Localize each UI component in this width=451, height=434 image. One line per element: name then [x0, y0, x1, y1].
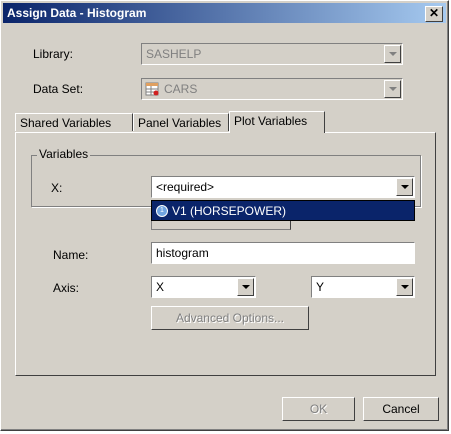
- name-input[interactable]: histogram: [151, 242, 415, 264]
- variables-group-title: Variables: [37, 147, 91, 161]
- dataset-table-icon: [145, 82, 159, 96]
- x-label: X:: [51, 181, 63, 195]
- chevron-down-icon[interactable]: [396, 178, 413, 196]
- axis-x-value: X: [156, 280, 165, 294]
- x-variable-value: <required>: [156, 180, 215, 194]
- cancel-button[interactable]: Cancel: [363, 397, 439, 421]
- x-variable-option-label: V1 (HORSEPOWER): [172, 204, 287, 218]
- dropdown-shadow: [151, 221, 291, 230]
- chevron-down-icon: [384, 45, 401, 63]
- name-input-value: histogram: [156, 246, 209, 260]
- close-button[interactable]: ✕: [425, 6, 443, 22]
- axis-y-select[interactable]: Y: [311, 276, 415, 298]
- library-value: SASHELP: [146, 47, 202, 61]
- window-title: Assign Data - Histogram: [7, 6, 147, 20]
- dataset-value: CARS: [164, 82, 198, 96]
- axis-y-value: Y: [316, 280, 325, 294]
- dataset-label: Data Set:: [33, 82, 84, 96]
- library-label: Library:: [33, 47, 74, 61]
- advanced-options-button[interactable]: Advanced Options...: [151, 306, 309, 330]
- name-label: Name:: [53, 248, 89, 262]
- tab-shared-variables[interactable]: Shared Variables: [15, 113, 133, 131]
- tab-plot-variables[interactable]: Plot Variables: [229, 111, 325, 133]
- ok-button[interactable]: OK: [282, 397, 355, 421]
- chevron-down-icon: [384, 80, 401, 98]
- library-select: SASHELP: [141, 43, 403, 65]
- dataset-select: CARS: [141, 78, 403, 100]
- chevron-down-icon[interactable]: [396, 278, 413, 296]
- tab-panel-variables[interactable]: Panel Variables: [133, 113, 229, 131]
- title-bar: Assign Data - Histogram ✕: [3, 3, 446, 23]
- axis-label: Axis:: [53, 281, 80, 295]
- numeric-variable-icon: 1: [156, 205, 168, 217]
- x-variable-select[interactable]: <required>: [151, 176, 415, 198]
- assign-data-dialog: Assign Data - Histogram ✕ Library: SASHE…: [0, 0, 449, 431]
- chevron-down-icon[interactable]: [237, 278, 254, 296]
- axis-x-select[interactable]: X: [151, 276, 256, 298]
- x-variable-option[interactable]: 1 V1 (HORSEPOWER): [151, 200, 415, 221]
